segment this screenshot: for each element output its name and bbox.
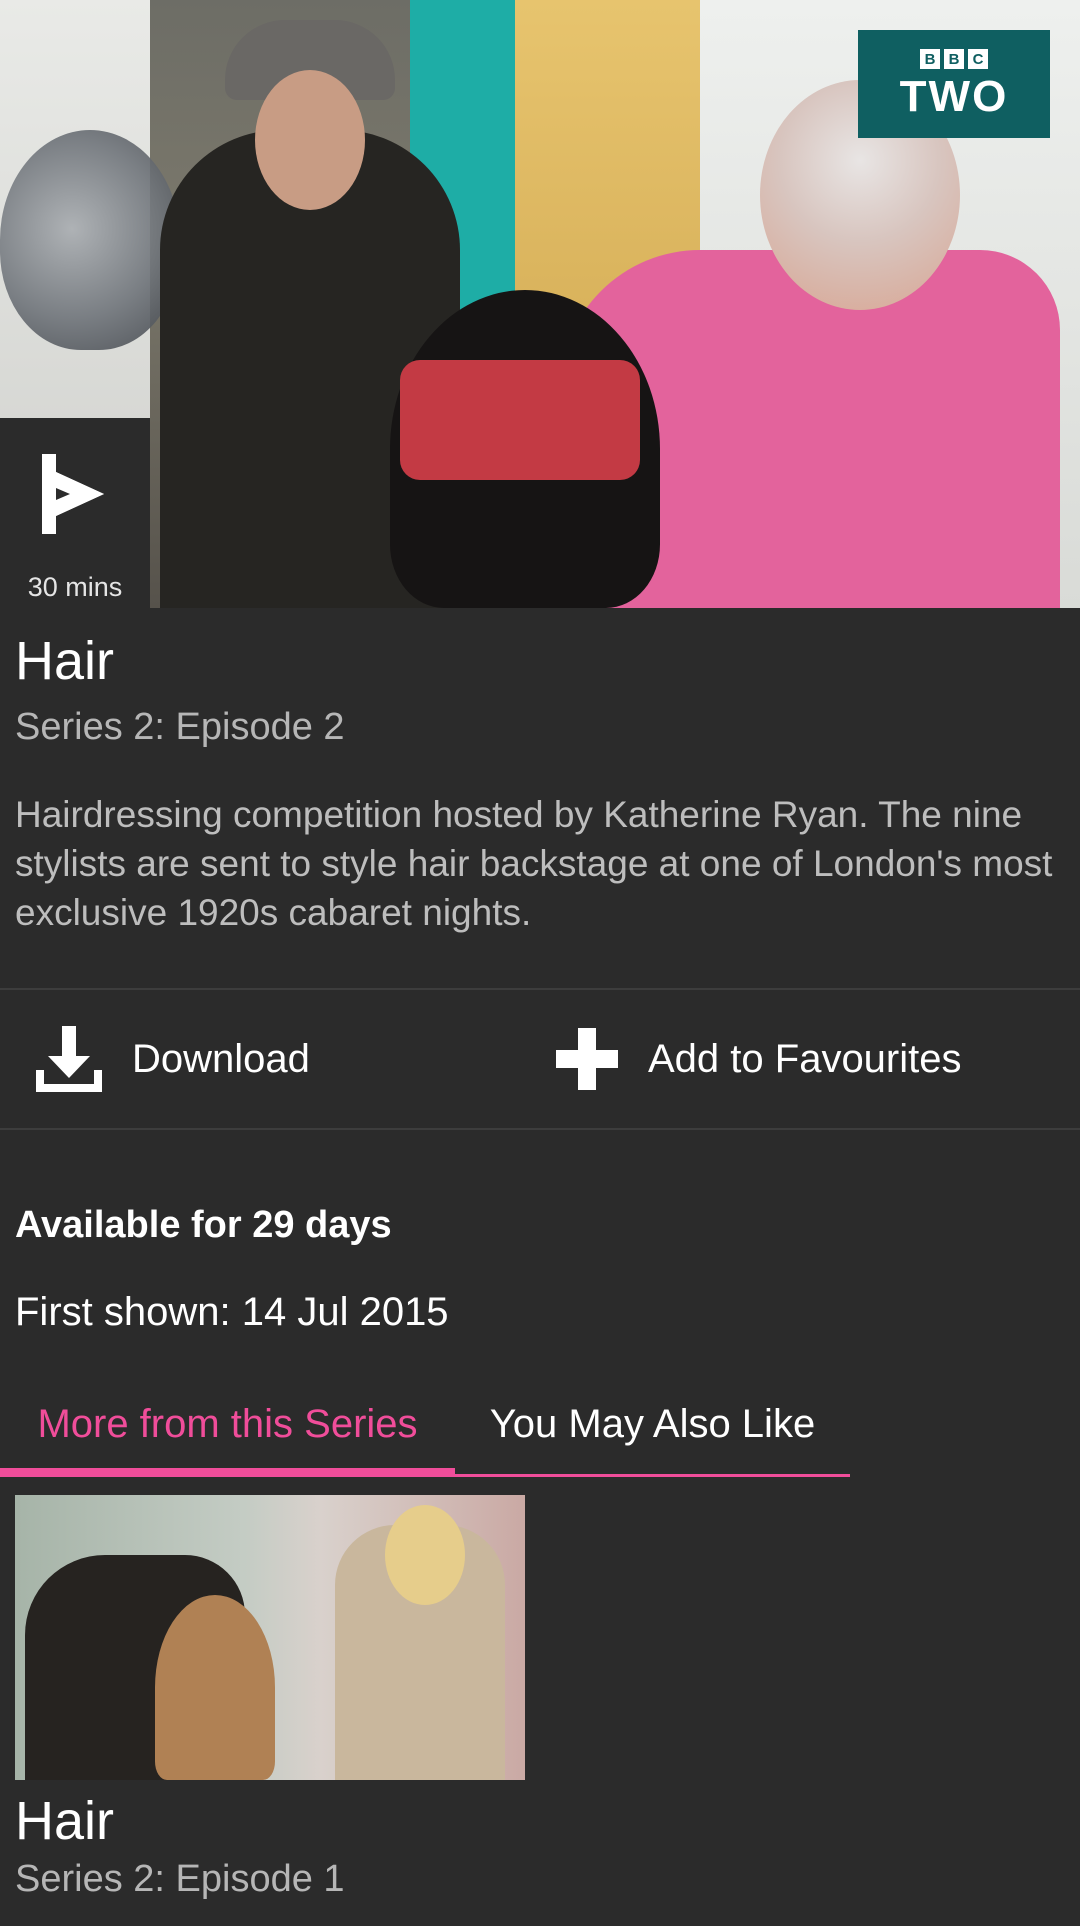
add-to-favourites-button[interactable]: Add to Favourites [556,990,962,1128]
hero-image[interactable]: B B C TWO 30 mins [0,0,1080,608]
episode-title: Hair [15,1791,115,1851]
programme-title: Hair [15,631,115,691]
bbc-logo: B B C [920,49,988,69]
active-tab-indicator [0,1468,455,1477]
download-label: Download [132,1036,310,1081]
first-shown-text: First shown: 14 Jul 2015 [15,1290,449,1334]
duration-label: 30 mins [27,572,123,602]
download-icon [36,1026,102,1092]
divider [0,1128,1080,1130]
download-button[interactable]: Download [36,990,310,1128]
channel-badge: B B C TWO [858,30,1050,138]
episode-subtitle: Series 2: Episode 1 [15,1858,345,1900]
tab-you-may-also-like[interactable]: You May Also Like [455,1378,850,1470]
play-icon [42,454,104,534]
plus-icon [556,1028,618,1090]
programme-description: Hairdressing competition hosted by Kathe… [15,794,1053,933]
programme-subtitle: Series 2: Episode 2 [15,706,345,748]
channel-name: TWO [899,72,1009,121]
tab-bar: More from this Series You May Also Like [0,1378,850,1478]
episode-thumbnail[interactable] [15,1495,525,1780]
tab-more-from-this-series[interactable]: More from this Series [0,1378,455,1470]
episode-card[interactable]: Hair Series 2: Episode 1 [15,1495,525,1901]
action-bar: Download Add to Favourites [0,990,1080,1128]
availability-text: Available for 29 days [15,1204,392,1246]
add-to-favourites-label: Add to Favourites [648,1036,962,1081]
